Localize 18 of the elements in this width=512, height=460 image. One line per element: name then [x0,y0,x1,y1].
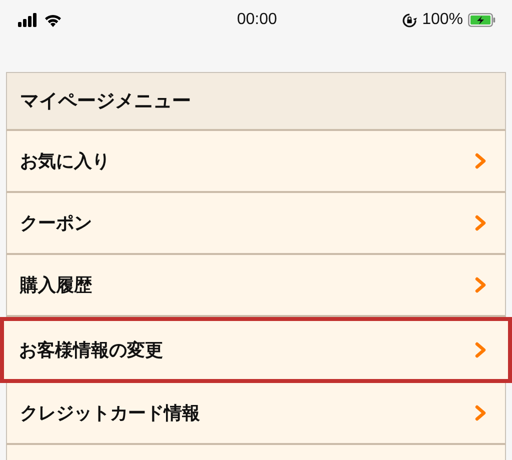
menu-item[interactable]: 購入履歴 [6,255,506,317]
battery-percent: 100% [422,11,464,29]
chevron-right-icon [475,405,487,421]
menu-item[interactable]: クーポン [6,193,506,255]
chevron-right-icon [475,215,487,231]
battery-charging-icon [468,13,496,27]
rotation-lock-icon [402,12,418,28]
chevron-right-icon [475,153,487,169]
chevron-right-icon [475,342,487,358]
clock-time: 00:00 [236,11,278,29]
menu-item[interactable]: お客様情報の変更 [0,317,512,383]
chevron-right-icon [475,277,487,293]
menu-item[interactable]: お気に入り [6,131,506,193]
signal-icon [18,13,38,27]
menu-item[interactable]: クレジットカード情報 [6,383,506,445]
wifi-icon [44,13,62,27]
menu-item[interactable] [6,445,506,460]
menu-title: マイページメニュー [6,72,506,131]
